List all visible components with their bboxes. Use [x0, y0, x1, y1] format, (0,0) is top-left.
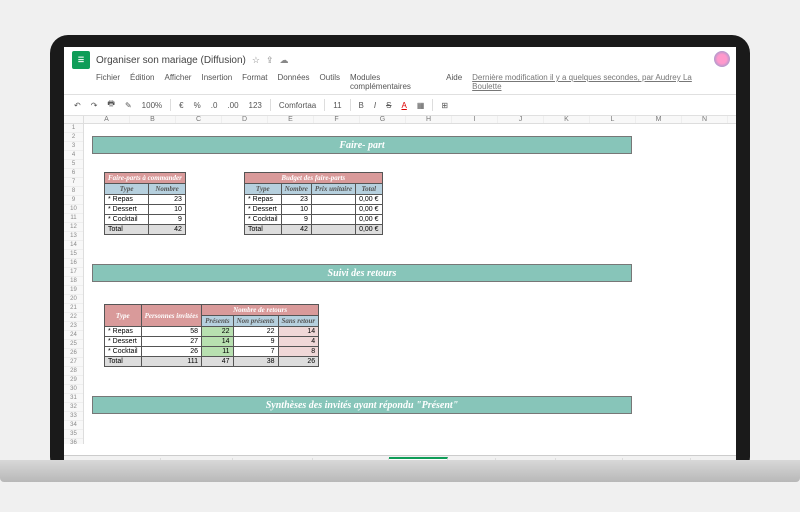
font-size[interactable]: 11 [331, 100, 343, 111]
strike-button[interactable]: S [384, 100, 393, 111]
table-title: Faire-parts à commander [105, 173, 186, 184]
row-35[interactable]: 35 [64, 430, 83, 439]
row-27[interactable]: 27 [64, 358, 83, 367]
table-budget: Budget des faire-parts TypeNombrePrix un… [244, 172, 383, 235]
row-14[interactable]: 14 [64, 241, 83, 250]
dec-increase[interactable]: .00 [225, 100, 240, 111]
row-6[interactable]: 6 [64, 169, 83, 178]
row-24[interactable]: 24 [64, 331, 83, 340]
col-A[interactable]: A [84, 116, 130, 123]
table-retours: Type Personnes invitées Nombre de retour… [104, 304, 319, 367]
banner-suivi: Suivi des retours [92, 264, 632, 282]
row-8[interactable]: 8 [64, 187, 83, 196]
row-16[interactable]: 16 [64, 259, 83, 268]
row-12[interactable]: 12 [64, 223, 83, 232]
move-icon[interactable]: ⇪ [266, 55, 274, 66]
menu-modules[interactable]: Modules complémentaires [350, 73, 436, 91]
last-modified[interactable]: Dernière modification il y a quelques se… [472, 73, 704, 91]
row-23[interactable]: 23 [64, 322, 83, 331]
row-7[interactable]: 7 [64, 178, 83, 187]
menu-fichier[interactable]: Fichier [96, 73, 120, 91]
row-29[interactable]: 29 [64, 376, 83, 385]
col-D[interactable]: D [222, 116, 268, 123]
row-36[interactable]: 36 [64, 439, 83, 444]
col-I[interactable]: I [452, 116, 498, 123]
toolbar: ↶ ↷ 🖶 ✎ 100% € % .0 .00 123 Comfortaa 11… [64, 94, 736, 116]
menu-edition[interactable]: Édition [130, 73, 154, 91]
col-F[interactable]: F [314, 116, 360, 123]
redo-icon[interactable]: ↷ [89, 100, 100, 111]
sheet-canvas[interactable]: Faire- part Faire-parts à commander Type… [84, 124, 736, 444]
banner-faire-part: Faire- part [92, 136, 632, 154]
row-3[interactable]: 3 [64, 142, 83, 151]
row-10[interactable]: 10 [64, 205, 83, 214]
menu-format[interactable]: Format [242, 73, 267, 91]
star-icon[interactable]: ☆ [252, 55, 260, 66]
row-25[interactable]: 25 [64, 340, 83, 349]
row-2[interactable]: 2 [64, 133, 83, 142]
menu-bar: Fichier Édition Afficher Insertion Forma… [64, 73, 736, 94]
row-21[interactable]: 21 [64, 304, 83, 313]
row-19[interactable]: 19 [64, 286, 83, 295]
row-32[interactable]: 32 [64, 403, 83, 412]
borders-icon[interactable]: ⊞ [439, 100, 450, 111]
row-17[interactable]: 17 [64, 268, 83, 277]
row-22[interactable]: 22 [64, 313, 83, 322]
zoom-select[interactable]: 100% [140, 100, 164, 111]
menu-aide[interactable]: Aide [446, 73, 462, 91]
dec-decrease[interactable]: .0 [209, 100, 220, 111]
col-K[interactable]: K [544, 116, 590, 123]
column-headers[interactable]: ABCDEFGHIJKLMN [64, 116, 736, 124]
row-34[interactable]: 34 [64, 421, 83, 430]
text-color-button[interactable]: A [399, 100, 408, 111]
row-18[interactable]: 18 [64, 277, 83, 286]
laptop-base [0, 460, 800, 482]
print-icon[interactable]: 🖶 [105, 97, 117, 113]
row-4[interactable]: 4 [64, 151, 83, 160]
row-33[interactable]: 33 [64, 412, 83, 421]
col-C[interactable]: C [176, 116, 222, 123]
menu-afficher[interactable]: Afficher [164, 73, 191, 91]
currency-button[interactable]: € [177, 100, 185, 111]
col-E[interactable]: E [268, 116, 314, 123]
row-20[interactable]: 20 [64, 295, 83, 304]
table-title: Budget des faire-parts [245, 173, 383, 184]
row-31[interactable]: 31 [64, 394, 83, 403]
row-5[interactable]: 5 [64, 160, 83, 169]
row-9[interactable]: 9 [64, 196, 83, 205]
bold-button[interactable]: B [357, 100, 366, 111]
row-15[interactable]: 15 [64, 250, 83, 259]
document-title[interactable]: Organiser son mariage (Diffusion) [96, 55, 246, 66]
font-select[interactable]: Comfortaa [277, 100, 318, 111]
row-30[interactable]: 30 [64, 385, 83, 394]
row-headers[interactable]: 1234567891011121314151617181920212223242… [64, 124, 84, 444]
menu-insertion[interactable]: Insertion [201, 73, 232, 91]
undo-icon[interactable]: ↶ [72, 100, 83, 111]
menu-outils[interactable]: Outils [320, 73, 340, 91]
col-N[interactable]: N [682, 116, 728, 123]
row-13[interactable]: 13 [64, 232, 83, 241]
table-commander: Faire-parts à commander TypeNombre * Rep… [104, 172, 186, 235]
sheets-logo: ☰ [72, 51, 90, 69]
title-bar: ☰ Organiser son mariage (Diffusion) ☆ ⇪ … [64, 47, 736, 73]
row-28[interactable]: 28 [64, 367, 83, 376]
col-M[interactable]: M [636, 116, 682, 123]
col-G[interactable]: G [360, 116, 406, 123]
col-H[interactable]: H [406, 116, 452, 123]
italic-button[interactable]: I [372, 100, 378, 111]
col-J[interactable]: J [498, 116, 544, 123]
row-26[interactable]: 26 [64, 349, 83, 358]
row-11[interactable]: 11 [64, 214, 83, 223]
paint-icon[interactable]: ✎ [123, 100, 134, 111]
menu-donnees[interactable]: Données [278, 73, 310, 91]
cloud-icon[interactable]: ☁ [280, 55, 289, 66]
col-L[interactable]: L [590, 116, 636, 123]
format-more[interactable]: 123 [247, 100, 264, 111]
percent-button[interactable]: % [192, 100, 203, 111]
banner-synthese: Synthèses des invités ayant répondu "Pré… [92, 396, 632, 414]
col-B[interactable]: B [130, 116, 176, 123]
row-1[interactable]: 1 [64, 124, 83, 133]
fill-color-icon[interactable]: ▦ [415, 100, 427, 111]
avatar[interactable] [714, 51, 730, 67]
